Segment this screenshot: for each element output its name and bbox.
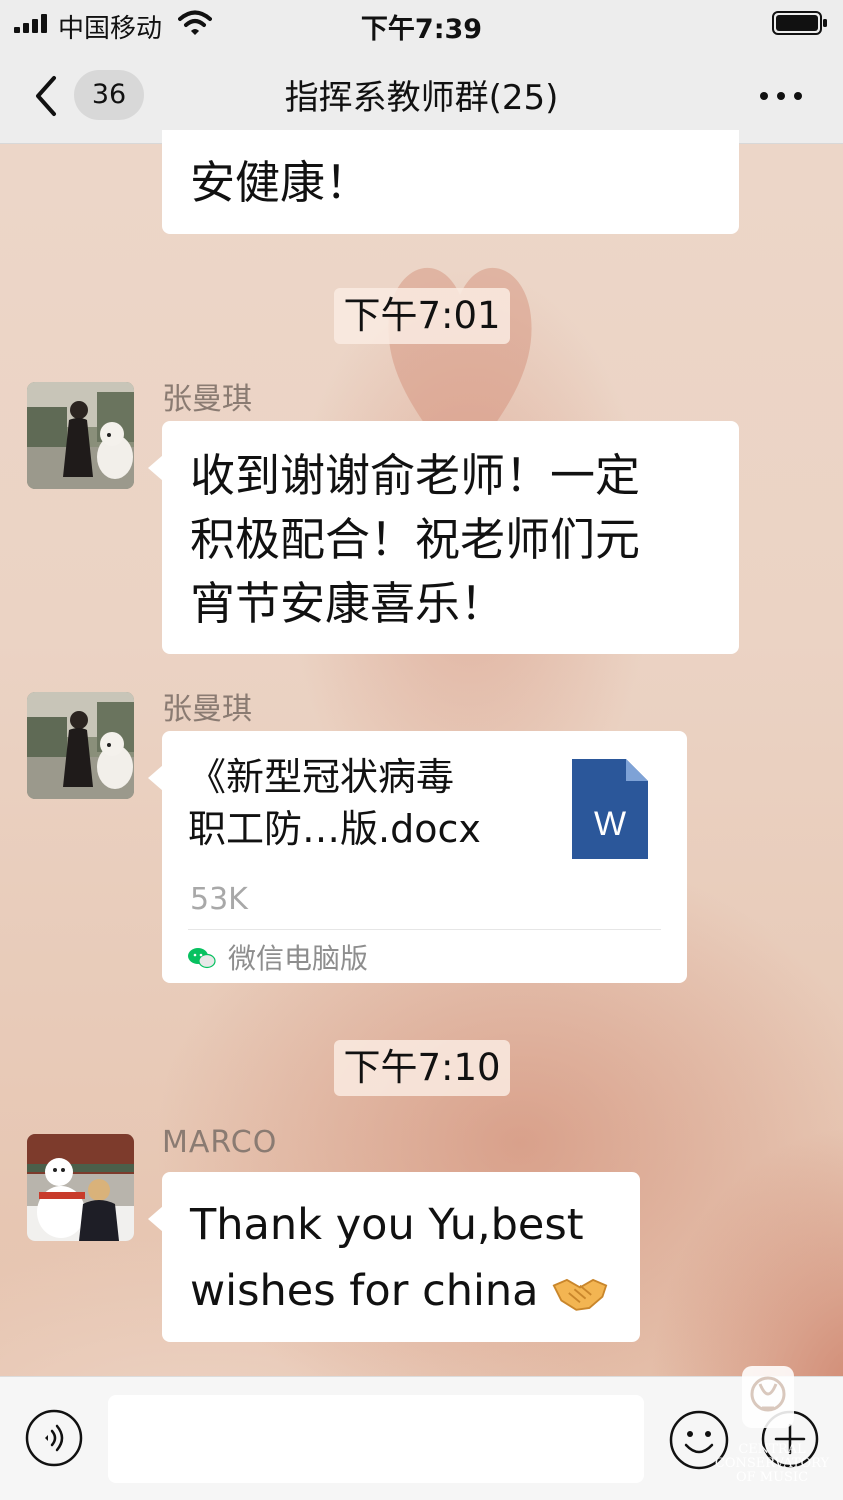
divider bbox=[188, 929, 661, 930]
message-line: wishes for china bbox=[190, 1266, 539, 1316]
message-line: 积极配合！祝老师们元 bbox=[190, 513, 641, 566]
status-bar: 中国移动 下午7:39 bbox=[0, 0, 843, 48]
message-line: 收到谢谢俞老师！一定 bbox=[190, 449, 641, 502]
sender-name: 张曼琪 bbox=[162, 382, 252, 417]
message-input[interactable] bbox=[108, 1395, 644, 1483]
handshake-emoji bbox=[552, 1278, 608, 1311]
bubble-tail bbox=[148, 765, 163, 791]
more-options-icon[interactable] bbox=[756, 80, 806, 110]
timestamp: 下午7:01 bbox=[334, 288, 510, 344]
word-doc-icon: W bbox=[572, 759, 648, 859]
watermark-text: CENTRAL CONSERVATORY OF MUSIC bbox=[714, 1442, 830, 1485]
bubble-tail bbox=[148, 455, 163, 481]
message-text: 安健康！ bbox=[190, 156, 371, 209]
message-bubble[interactable]: 收到谢谢俞老师！一定 积极配合！祝老师们元 宵节安康喜乐！ bbox=[148, 421, 739, 654]
voice-icon[interactable] bbox=[25, 1409, 83, 1467]
battery-icon bbox=[772, 11, 827, 35]
file-source-label: 微信电脑版 bbox=[228, 942, 369, 975]
message-line-row: wishes for china bbox=[190, 1258, 539, 1324]
file-name: 《新型冠状病毒 职工防…版.docx bbox=[188, 751, 548, 855]
file-message-card[interactable]: 《新型冠状病毒 职工防…版.docx 53K W 微信电脑版 bbox=[148, 731, 687, 983]
file-size: 53K bbox=[190, 882, 248, 917]
avatar[interactable] bbox=[27, 1134, 134, 1241]
sender-name: 张曼琪 bbox=[162, 692, 252, 727]
chat-title: 指挥系教师群(25) bbox=[284, 78, 559, 118]
message-line: Thank you Yu,best bbox=[190, 1200, 584, 1250]
bubble-tail bbox=[148, 1206, 163, 1232]
avatar[interactable] bbox=[27, 382, 134, 489]
timestamp: 下午7:10 bbox=[334, 1040, 510, 1096]
wechat-logo-icon bbox=[188, 948, 216, 969]
file-name-line: 《新型冠状病毒 bbox=[188, 755, 455, 799]
message-bubble[interactable]: Thank you Yu,best wishes for china bbox=[148, 1172, 640, 1342]
status-time: 下午7:39 bbox=[360, 14, 483, 45]
message-bubble[interactable]: 安健康！ bbox=[162, 130, 739, 234]
avatar[interactable] bbox=[27, 692, 134, 799]
message-line: 宵节安康喜乐！ bbox=[190, 577, 506, 630]
svg-text:W: W bbox=[594, 805, 626, 843]
sender-name: MARCO bbox=[162, 1125, 278, 1160]
file-name-line: 职工防…版.docx bbox=[188, 807, 481, 851]
